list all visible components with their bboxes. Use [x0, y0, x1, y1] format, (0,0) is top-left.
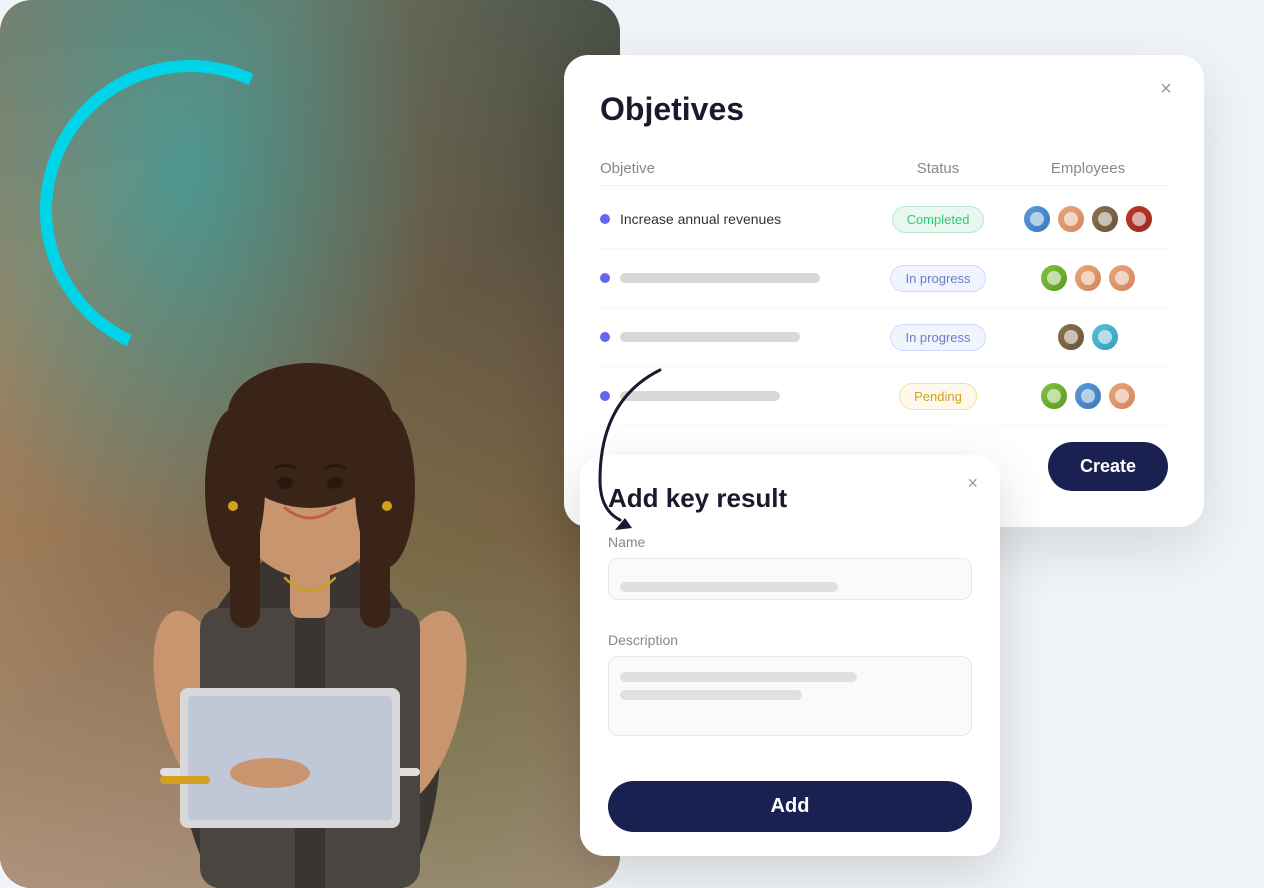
arrow-connector: [560, 360, 720, 540]
avatar: [1039, 381, 1069, 411]
objective-name-2: [600, 273, 868, 283]
description-label: Description: [608, 632, 972, 648]
description-textarea[interactable]: [608, 656, 972, 736]
avatar: [1107, 381, 1137, 411]
header-objective: Objetive: [600, 160, 868, 177]
objectives-card-title: Objetives: [600, 91, 1168, 128]
employees-cell-2: [1008, 263, 1168, 293]
status-cell-3: In progress: [868, 324, 1008, 351]
key-result-close-button[interactable]: ×: [967, 473, 978, 494]
avatar: [1022, 204, 1052, 234]
status-cell-2: In progress: [868, 265, 1008, 292]
table-row: In progress: [600, 308, 1168, 367]
status-badge-pending: Pending: [899, 383, 977, 410]
objective-dot-1: [600, 214, 610, 224]
avatar: [1124, 204, 1154, 234]
status-badge-inprogress: In progress: [890, 265, 985, 292]
header-status: Status: [868, 160, 1008, 177]
avatar: [1056, 204, 1086, 234]
employees-cell-1: [1008, 204, 1168, 234]
person-figure: [100, 128, 520, 888]
employees-cell-3: [1008, 322, 1168, 352]
description-textarea-wrapper: [608, 656, 972, 761]
objective-placeholder-line: [620, 273, 820, 283]
objective-name-1: Increase annual revenues: [600, 211, 868, 227]
header-employees: Employees: [1008, 160, 1168, 177]
employees-cell-4: [1008, 381, 1168, 411]
name-input-wrapper: [608, 558, 972, 616]
objective-placeholder-line: [620, 332, 800, 342]
status-badge-completed: Completed: [892, 206, 985, 233]
avatar: [1090, 204, 1120, 234]
avatar: [1073, 381, 1103, 411]
objective-dot-3: [600, 332, 610, 342]
objectives-close-button[interactable]: ×: [1152, 75, 1180, 103]
create-button[interactable]: Create: [1048, 442, 1168, 491]
avatar: [1039, 263, 1069, 293]
avatar: [1107, 263, 1137, 293]
objective-dot-2: [600, 273, 610, 283]
avatar: [1090, 322, 1120, 352]
status-badge-inprogress-2: In progress: [890, 324, 985, 351]
table-row: Increase annual revenues Completed: [600, 190, 1168, 249]
status-cell-4: Pending: [868, 383, 1008, 410]
background-photo: [0, 0, 620, 888]
add-button[interactable]: Add: [608, 781, 972, 832]
table-row: In progress: [600, 249, 1168, 308]
objective-name-3: [600, 332, 868, 342]
name-input[interactable]: [608, 558, 972, 600]
avatar: [1073, 263, 1103, 293]
objectives-table-header: Objetive Status Employees: [600, 152, 1168, 186]
status-cell-1: Completed: [868, 206, 1008, 233]
avatar: [1056, 322, 1086, 352]
